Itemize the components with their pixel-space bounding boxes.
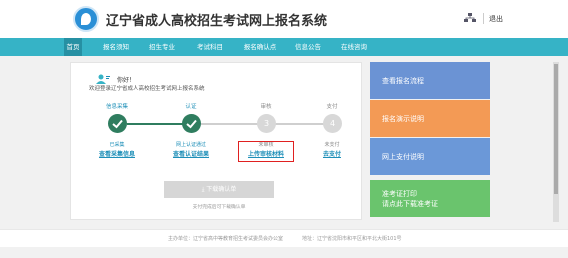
step-connector: [201, 123, 261, 125]
side-card-demo[interactable]: 报名演示说明: [370, 100, 490, 137]
step-status: 已采集: [109, 142, 125, 148]
view-auth-result-link[interactable]: 查看认证结果: [161, 149, 221, 158]
side-card-payment[interactable]: 网上支付说明: [370, 138, 490, 175]
nav-item-confirm-points[interactable]: 报名确认点: [240, 38, 280, 56]
side-card-label: 网上支付说明: [382, 153, 424, 161]
step-connector: [127, 123, 186, 125]
logout-button[interactable]: 退出: [489, 14, 503, 24]
side-card-admission-ticket[interactable]: 准考证打印 请点此下载准考证: [370, 180, 490, 217]
nav-item-notice[interactable]: 报名须知: [100, 38, 132, 56]
nav-item-majors[interactable]: 招生专业: [146, 38, 178, 56]
header-divider: [483, 13, 484, 24]
step-connector: [275, 123, 327, 125]
sitemap-icon[interactable]: [464, 13, 476, 23]
step-status: 网上认证通过: [175, 142, 206, 148]
footer: 主办单位：辽宁省高中等教育招生考试委员会办公室 地址：辽宁省沈阳市和平区和平北大…: [0, 229, 568, 247]
user-icon: [96, 74, 110, 84]
step-name: 认证: [185, 104, 197, 110]
step-name: 信息采集: [105, 104, 128, 110]
welcome-text: 欢迎登录辽宁省成人高校招生考试网上报名系统: [89, 86, 205, 92]
step-number: 4: [323, 114, 342, 133]
site-title: 辽宁省成人高校招生考试网上报名系统: [106, 14, 328, 29]
side-card-label: 查看报名流程: [382, 77, 424, 85]
check-icon: [182, 114, 201, 133]
step-name: 审核: [260, 104, 272, 110]
scrollbar-thumb[interactable]: [554, 64, 558, 194]
greeting: 你好！: [117, 77, 136, 84]
footer-host: 主办单位：辽宁省高中等教育招生考试委员会办公室: [168, 236, 284, 242]
nav-item-home[interactable]: 首页: [64, 38, 82, 56]
side-card-process[interactable]: 查看报名流程: [370, 62, 490, 99]
check-icon: [108, 114, 127, 133]
download-button-label: 下载确认单: [206, 186, 237, 193]
go-pay-link[interactable]: 去支付: [302, 149, 362, 158]
nav-item-subjects[interactable]: 考试科目: [194, 38, 226, 56]
step-number: 3: [257, 114, 276, 133]
side-card-sublabel: 请点此下载准考证: [382, 200, 438, 208]
view-collected-info-link[interactable]: 查看采集信息: [87, 149, 147, 158]
logo-icon: [73, 6, 99, 32]
nav-item-announcements[interactable]: 信息公告: [292, 38, 324, 56]
step-name: 支付: [326, 104, 338, 110]
footer-address: 地址：辽宁省沈阳市和平区和平北大街101号: [302, 236, 402, 242]
progress-card: 你好！ 欢迎登录辽宁省成人高校招生考试网上报名系统 信息采集 认证 审核 支付 …: [70, 62, 362, 220]
main-nav: 首页 报名须知 招生专业 考试科目 报名确认点 信息公告 在线咨询: [0, 38, 568, 56]
download-hint: 支付完成后可下载确认单: [192, 205, 246, 210]
highlight-box: [238, 141, 294, 162]
side-card-label: 报名演示说明: [382, 115, 424, 123]
header: 辽宁省成人高校招生考试网上报名系统 退出: [0, 0, 568, 38]
download-confirmation-button[interactable]: ⤓ 下载确认单: [164, 181, 274, 198]
step-status: 未支付: [324, 142, 340, 148]
side-card-label: 准考证打印: [382, 190, 417, 198]
nav-item-consult[interactable]: 在线咨询: [338, 38, 370, 56]
